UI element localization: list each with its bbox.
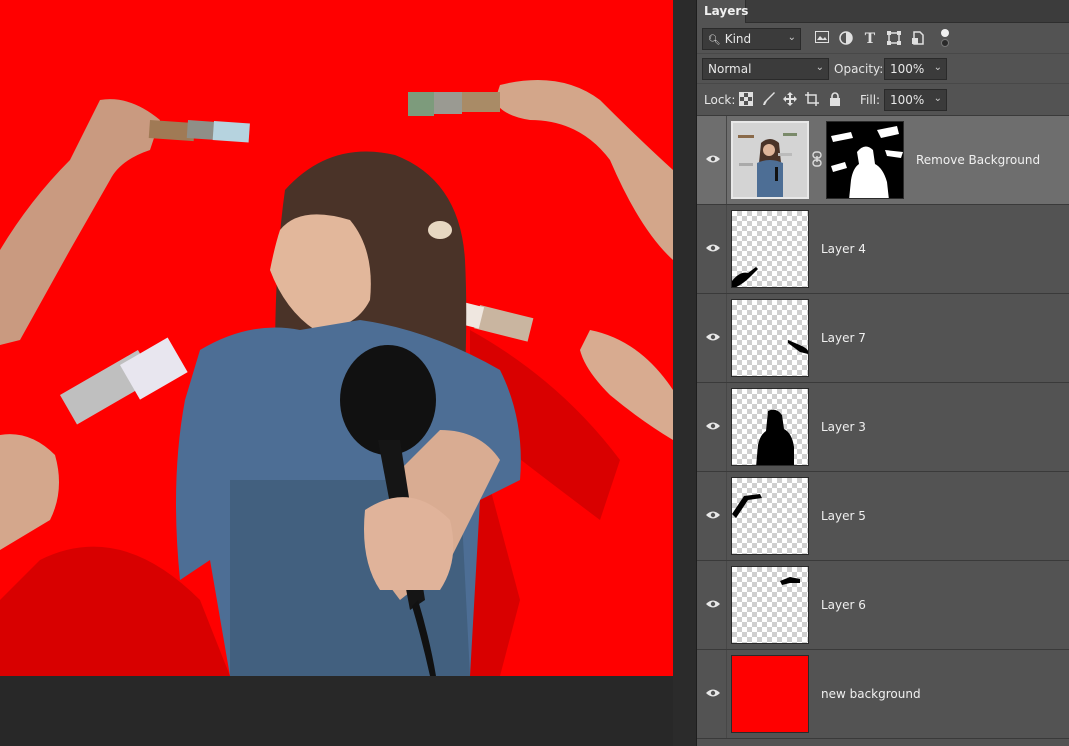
layer-row[interactable]: new background xyxy=(697,650,1069,739)
lock-row: Lock: Fill: 100% ⌄ xyxy=(697,85,1069,116)
filter-kind-value: Kind xyxy=(724,32,752,46)
visibility-toggle[interactable] xyxy=(697,383,727,471)
layer-thumbnail[interactable] xyxy=(731,566,809,644)
opacity-input[interactable]: 100% ⌄ xyxy=(884,58,947,80)
fill-input[interactable]: 100% ⌄ xyxy=(884,89,947,111)
layer-name[interactable]: Remove Background xyxy=(916,153,1040,167)
opacity-value: 100% xyxy=(890,62,925,76)
visibility-toggle[interactable] xyxy=(697,472,727,560)
eye-icon[interactable] xyxy=(706,154,720,164)
layer-row[interactable]: Layer 6 xyxy=(697,561,1069,650)
filter-row: 🔍︎ Kind ⌄ T xyxy=(697,24,1069,54)
canvas-area[interactable] xyxy=(0,0,697,746)
layer-row[interactable]: Layer 5 xyxy=(697,472,1069,561)
lock-artboard-icon[interactable] xyxy=(804,92,820,108)
smart-object-filter-icon[interactable] xyxy=(910,31,926,47)
filter-kind-dropdown[interactable]: 🔍︎ Kind ⌄ xyxy=(702,28,801,50)
eye-icon[interactable] xyxy=(706,332,720,342)
blend-row: Normal ⌄ Opacity: 100% ⌄ xyxy=(697,55,1069,84)
visibility-toggle[interactable] xyxy=(697,205,727,293)
layer-row[interactable]: Layer 4 xyxy=(697,205,1069,294)
blend-mode-dropdown[interactable]: Normal ⌄ xyxy=(702,58,829,80)
layer-thumbnail[interactable] xyxy=(731,655,809,733)
layer-name[interactable]: Layer 5 xyxy=(821,509,866,523)
visibility-toggle[interactable] xyxy=(697,650,727,738)
layer-thumbnail[interactable] xyxy=(731,477,809,555)
layer-thumbnail[interactable] xyxy=(731,121,809,199)
visibility-toggle[interactable] xyxy=(697,294,727,382)
type-filter-icon[interactable]: T xyxy=(862,31,878,47)
opacity-label: Opacity: xyxy=(834,62,884,76)
visibility-toggle[interactable] xyxy=(697,116,727,204)
shape-filter-icon[interactable] xyxy=(886,31,902,47)
adjustment-filter-icon[interactable] xyxy=(838,31,854,47)
layer-thumbnail[interactable] xyxy=(731,388,809,466)
filter-toggle-icon[interactable] xyxy=(940,27,950,49)
eye-icon[interactable] xyxy=(706,510,720,520)
chevron-down-icon[interactable]: ⌄ xyxy=(934,93,942,104)
panel-tab-bar: Layers xyxy=(697,0,1069,23)
chevron-down-icon: ⌄ xyxy=(787,32,796,43)
blend-mode-value: Normal xyxy=(708,62,752,76)
layer-row[interactable]: Layer 3 xyxy=(697,383,1069,472)
visibility-toggle[interactable] xyxy=(697,561,727,649)
link-icon[interactable] xyxy=(812,151,822,167)
layer-name[interactable]: Layer 7 xyxy=(821,331,866,345)
eye-icon[interactable] xyxy=(706,243,720,253)
lock-pixels-icon[interactable] xyxy=(761,92,777,108)
fill-label: Fill: xyxy=(860,93,881,107)
layer-thumbnail[interactable] xyxy=(731,299,809,377)
layers-list: Remove Background Layer 4 Layer 7 Layer … xyxy=(697,116,1069,746)
search-icon: 🔍︎ xyxy=(708,35,721,46)
eye-icon[interactable] xyxy=(706,421,720,431)
image-filter-icon[interactable] xyxy=(814,31,830,47)
chevron-down-icon: ⌄ xyxy=(815,62,824,73)
layer-row[interactable]: Remove Background xyxy=(697,116,1069,205)
photo-composite xyxy=(0,0,673,676)
layer-thumbnail[interactable] xyxy=(731,210,809,288)
lock-label: Lock: xyxy=(704,93,736,107)
lock-all-icon[interactable] xyxy=(827,92,843,108)
eye-icon[interactable] xyxy=(706,688,720,698)
layer-name[interactable]: new background xyxy=(821,687,921,701)
layer-name[interactable]: Layer 3 xyxy=(821,420,866,434)
eye-icon[interactable] xyxy=(706,599,720,609)
lock-position-icon[interactable] xyxy=(782,92,798,108)
tab-layers[interactable]: Layers xyxy=(697,0,748,23)
lock-transparency-icon[interactable] xyxy=(738,92,754,108)
layer-name[interactable]: Layer 6 xyxy=(821,598,866,612)
panel-divider[interactable] xyxy=(673,0,697,746)
layer-name[interactable]: Layer 4 xyxy=(821,242,866,256)
layer-mask-thumbnail[interactable] xyxy=(826,121,904,199)
fill-value: 100% xyxy=(890,93,925,107)
document-canvas[interactable] xyxy=(0,0,673,676)
chevron-down-icon[interactable]: ⌄ xyxy=(934,62,942,73)
layers-panel: Layers 🔍︎ Kind ⌄ T Normal ⌄ Opacity: 100… xyxy=(697,0,1069,746)
layer-row[interactable]: Layer 7 xyxy=(697,294,1069,383)
